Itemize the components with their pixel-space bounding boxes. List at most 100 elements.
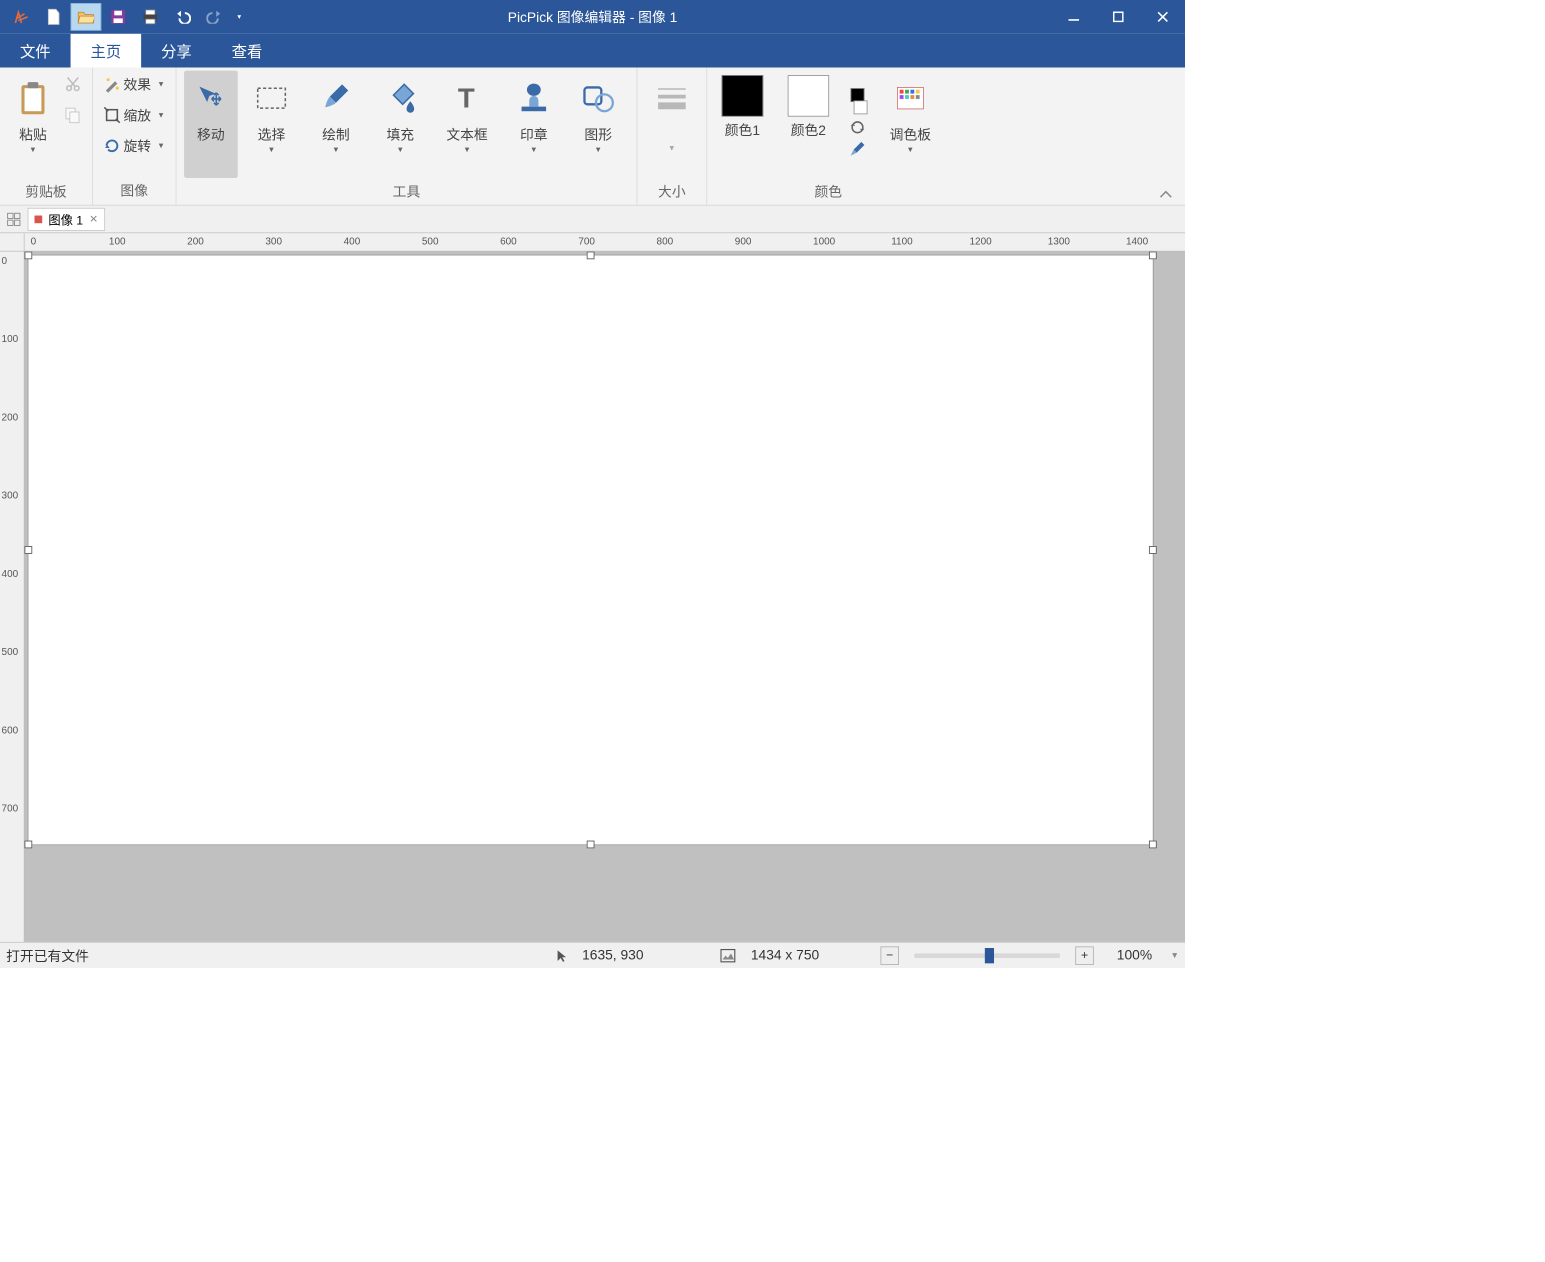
status-bar: 打开已有文件 1635, 930 1434 x 750 − + 100% ▼ xyxy=(0,942,1185,968)
group-clipboard: 粘贴 ▼ 剪贴板 xyxy=(0,67,93,204)
size-button[interactable]: ▼ xyxy=(645,71,699,178)
document-tab-bar: 图像 1 ✕ xyxy=(0,206,1185,234)
copy-button[interactable] xyxy=(61,101,84,129)
color1-swatch xyxy=(722,75,763,116)
eyedropper-icon[interactable] xyxy=(849,140,866,160)
paste-button[interactable]: 粘贴 ▼ xyxy=(8,71,59,178)
tab-home[interactable]: 主页 xyxy=(71,33,142,68)
color2-swatch xyxy=(788,75,829,116)
collapse-ribbon-button[interactable] xyxy=(1159,189,1173,198)
group-label: 大小 xyxy=(658,178,686,204)
close-button[interactable] xyxy=(1141,0,1185,34)
copy-icon xyxy=(64,107,81,124)
document-tab[interactable]: 图像 1 ✕ xyxy=(28,207,106,230)
group-label: 图像 xyxy=(120,177,148,203)
document-tab-label: 图像 1 xyxy=(48,210,83,228)
textbox-tool-button[interactable]: T 文本框▼ xyxy=(434,71,500,178)
resize-handle-ne[interactable] xyxy=(1149,252,1157,260)
canvas-dimensions: 1434 x 750 xyxy=(751,947,819,963)
window-title: PicPick 图像编辑器 - 图像 1 xyxy=(508,7,678,27)
effects-button[interactable]: 效果▼ xyxy=(100,71,167,99)
color2-button[interactable]: 颜色2 xyxy=(781,71,836,178)
image-icon xyxy=(720,948,735,962)
fill-tool-button[interactable]: 填充▼ xyxy=(370,71,431,178)
group-label: 颜色 xyxy=(814,178,842,204)
tab-share[interactable]: 分享 xyxy=(141,33,212,68)
print-button[interactable] xyxy=(135,3,166,31)
zoom-level[interactable]: 100% xyxy=(1117,947,1152,963)
color1-button[interactable]: 颜色1 xyxy=(715,71,770,178)
cut-button[interactable] xyxy=(61,71,84,99)
ribbon-tab-bar: 文件 主页 分享 查看 xyxy=(0,34,1185,68)
zoom-slider-thumb[interactable] xyxy=(985,948,994,963)
group-label: 剪贴板 xyxy=(25,178,66,204)
ribbon: 粘贴 ▼ 剪贴板 效果▼ 缩放▼ xyxy=(0,67,1185,205)
open-file-button[interactable] xyxy=(71,3,102,31)
app-logo-icon[interactable] xyxy=(6,3,37,31)
maximize-button[interactable] xyxy=(1096,0,1140,34)
redo-button[interactable] xyxy=(199,3,230,31)
move-icon xyxy=(195,75,227,121)
mini-swatch-white[interactable] xyxy=(854,100,868,114)
cursor-position: 1635, 930 xyxy=(582,947,643,963)
tab-modified-icon xyxy=(35,215,43,223)
canvas[interactable] xyxy=(28,255,1154,846)
rotate-icon xyxy=(104,137,121,154)
thumbnail-view-button[interactable] xyxy=(5,210,23,228)
resize-handle-n[interactable] xyxy=(587,252,595,260)
draw-tool-button[interactable]: 绘制▼ xyxy=(305,71,366,178)
title-bar: ▾ PicPick 图像编辑器 - 图像 1 xyxy=(0,0,1185,34)
select-icon xyxy=(255,75,289,121)
text-icon: T xyxy=(453,75,481,121)
resize-handle-s[interactable] xyxy=(587,841,595,849)
undo-button[interactable] xyxy=(167,3,198,31)
close-tab-icon[interactable]: ✕ xyxy=(89,212,98,225)
shape-tool-button[interactable]: 图形▼ xyxy=(568,71,629,178)
scissors-icon xyxy=(64,76,81,93)
zoom-in-button[interactable]: + xyxy=(1075,946,1093,964)
dropdown-icon: ▼ xyxy=(29,146,37,154)
horizontal-ruler: 0100200300400500600700800900100011001200… xyxy=(25,233,1185,251)
resize-handle-sw[interactable] xyxy=(25,841,33,849)
save-button[interactable] xyxy=(103,3,134,31)
group-color: 颜色1 颜色2 调色板▼ 颜色 xyxy=(707,67,949,204)
palette-icon xyxy=(896,75,925,121)
clipboard-icon xyxy=(18,75,47,121)
ruler-corner xyxy=(0,233,25,251)
qat-customize-dropdown[interactable]: ▾ xyxy=(232,3,247,31)
swap-colors-icon[interactable] xyxy=(849,119,866,136)
cursor-icon xyxy=(556,948,567,962)
workspace: 0100200300400500600700800900100011001200… xyxy=(0,233,1185,942)
effects-icon xyxy=(104,76,121,93)
resize-icon xyxy=(104,107,121,124)
resize-handle-e[interactable] xyxy=(1149,546,1157,554)
tab-file[interactable]: 文件 xyxy=(0,33,71,68)
group-tools: 移动 选择▼ 绘制▼ 填充▼ T 文本框▼ 印章▼ xyxy=(176,67,637,204)
minimize-button[interactable] xyxy=(1052,0,1096,34)
zoom-dropdown-icon[interactable]: ▼ xyxy=(1171,951,1179,960)
scale-button[interactable]: 缩放▼ xyxy=(100,101,167,129)
resize-handle-se[interactable] xyxy=(1149,841,1157,849)
resize-handle-nw[interactable] xyxy=(25,252,33,260)
window-controls xyxy=(1052,0,1185,34)
zoom-out-button[interactable]: − xyxy=(881,946,899,964)
select-tool-button[interactable]: 选择▼ xyxy=(241,71,302,178)
resize-handle-w[interactable] xyxy=(25,546,33,554)
group-image: 效果▼ 缩放▼ 旋转▼ 图像 xyxy=(93,67,177,204)
new-file-button[interactable] xyxy=(38,3,69,31)
line-weight-icon xyxy=(655,75,689,121)
status-hint: 打开已有文件 xyxy=(6,945,89,965)
zoom-slider[interactable] xyxy=(914,953,1060,958)
stamp-icon xyxy=(518,75,549,121)
group-label: 工具 xyxy=(393,178,421,204)
canvas-viewport[interactable] xyxy=(25,252,1185,942)
move-tool-button[interactable]: 移动 xyxy=(184,71,238,178)
rotate-button[interactable]: 旋转▼ xyxy=(100,132,167,160)
quick-access-toolbar: ▾ xyxy=(0,3,247,31)
vertical-ruler: 0100200300400500600700 xyxy=(0,252,25,942)
stamp-tool-button[interactable]: 印章▼ xyxy=(503,71,564,178)
palette-button[interactable]: 调色板▼ xyxy=(879,71,942,178)
fill-icon xyxy=(384,75,416,121)
shapes-icon xyxy=(581,75,615,121)
tab-view[interactable]: 查看 xyxy=(212,33,283,68)
